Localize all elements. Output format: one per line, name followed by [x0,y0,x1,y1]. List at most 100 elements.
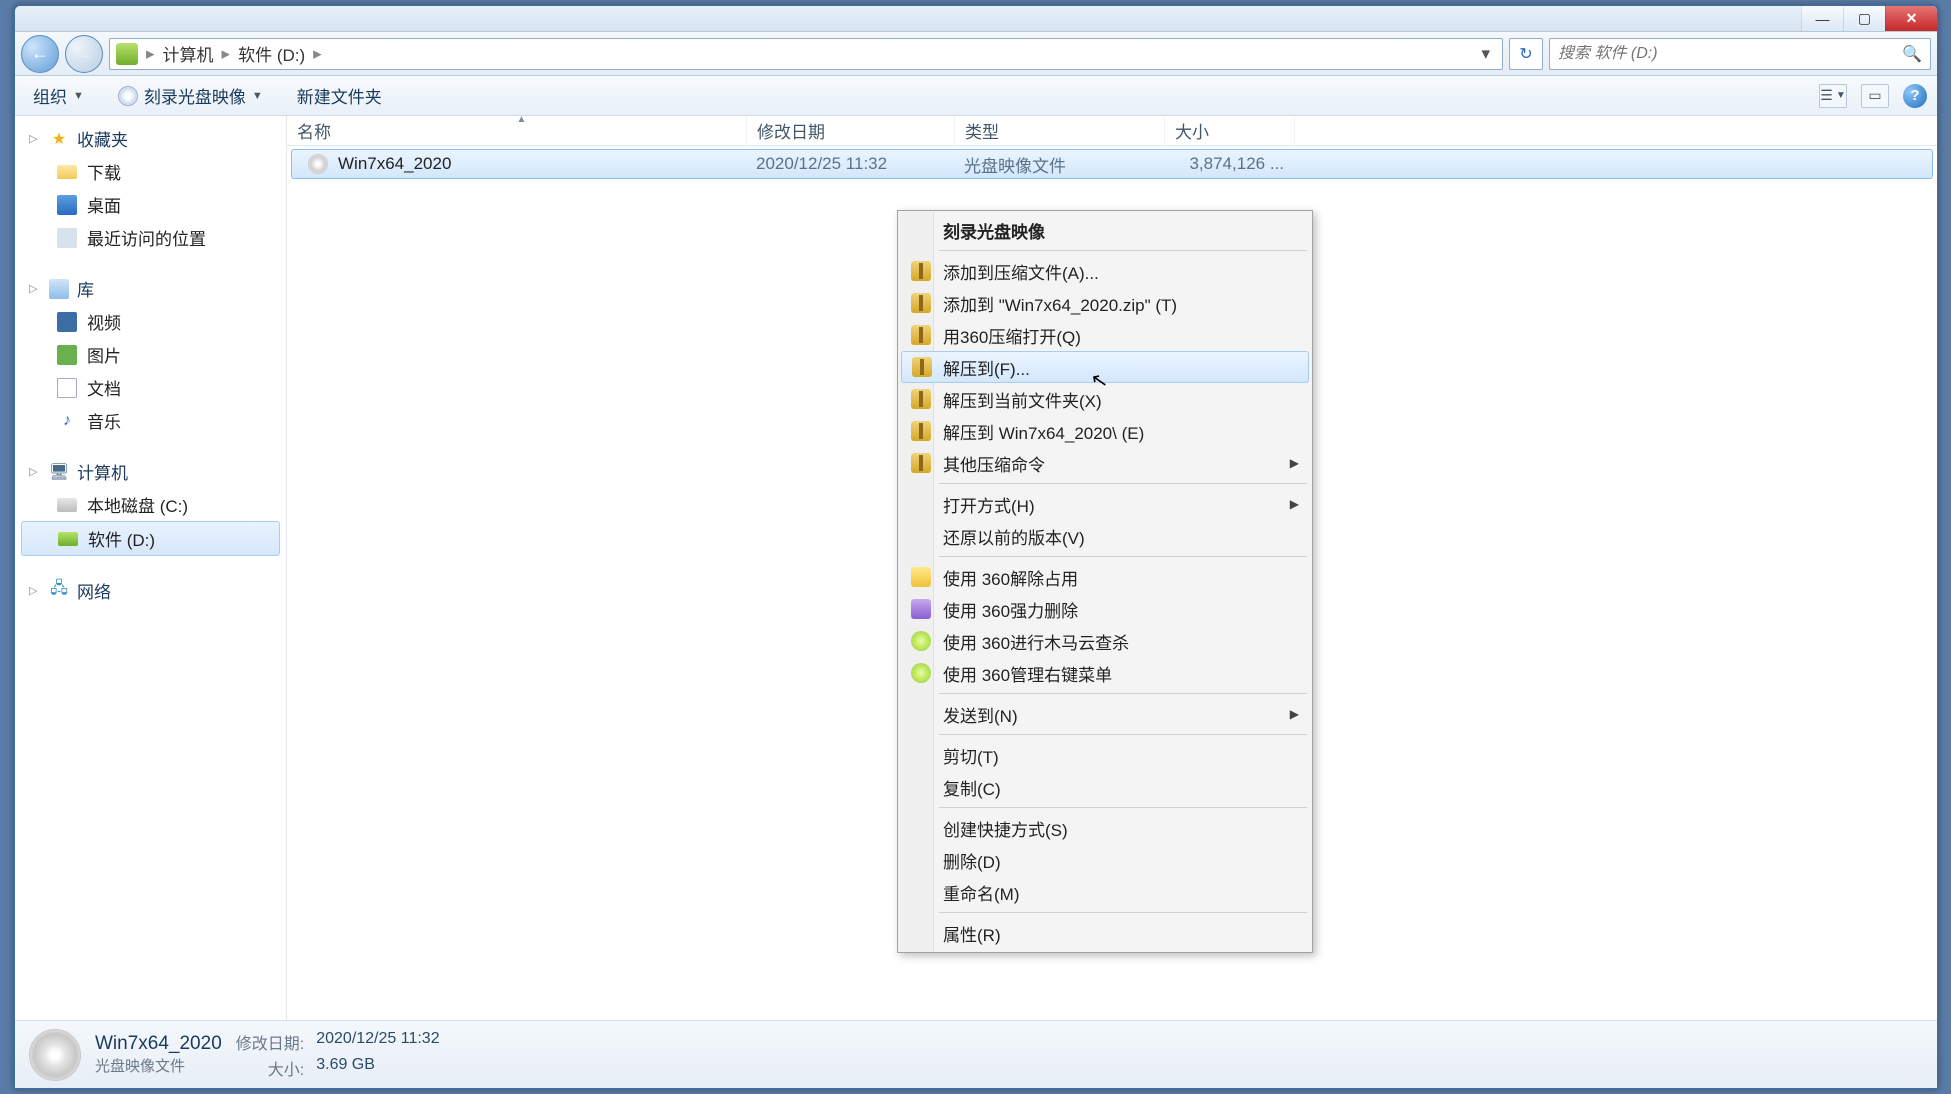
menu-label: 其他压缩命令 [943,451,1045,476]
status-size-value: 3.69 GB [316,1056,439,1080]
sidebar-item-recent[interactable]: 最近访问的位置 [15,221,286,254]
status-file-name: Win7x64_2020 [95,1033,222,1055]
menu-rename[interactable]: 重命名(M) [901,876,1309,908]
explorer-window: — ▢ ✕ ← → ▸ 计算机 ▸ 软件 (D:) ▸ ▾ ↻ 🔍 组织 ▼ 刻… [14,5,1938,1089]
sidebar-item-label: 最近访问的位置 [87,225,206,250]
file-row[interactable]: Win7x64_2020 2020/12/25 11:32 光盘映像文件 3,8… [291,149,1933,179]
new-folder-label: 新建文件夹 [297,83,382,108]
menu-separator [939,912,1307,913]
menu-label: 复制(C) [943,775,1001,800]
menu-cut[interactable]: 剪切(T) [901,739,1309,771]
crumb-current[interactable]: 软件 (D:) [238,41,305,66]
sidebar-favorites-header[interactable]: ▷★收藏夹 [15,122,286,155]
menu-label: 使用 360强力删除 [943,597,1078,622]
sidebar-item-downloads[interactable]: 下载 [15,155,286,188]
column-date[interactable]: 修改日期 [747,116,955,145]
menu-separator [939,250,1307,251]
close-button[interactable]: ✕ [1885,6,1937,31]
forward-button[interactable]: → [65,35,103,73]
organize-button[interactable]: 组织 ▼ [25,79,92,112]
crumb-root[interactable]: 计算机 [163,41,214,66]
address-bar[interactable]: ▸ 计算机 ▸ 软件 (D:) ▸ ▾ [109,38,1503,70]
sidebar: ▷★收藏夹 下载 桌面 最近访问的位置 ▷库 视频 图片 文档 ♪音乐 ▷🖥计算… [15,116,287,1020]
archive-icon [911,421,931,441]
menu-send-to[interactable]: 发送到(N)▶ [901,698,1309,730]
menu-label: 打开方式(H) [943,492,1035,517]
sidebar-item-videos[interactable]: 视频 [15,305,286,338]
menu-burn-image[interactable]: 刻录光盘映像 [901,214,1309,246]
menu-360-unlock[interactable]: 使用 360解除占用 [901,561,1309,593]
sidebar-computer-header[interactable]: ▷🖥计算机 [15,455,286,488]
file-list[interactable]: Win7x64_2020 2020/12/25 11:32 光盘映像文件 3,8… [287,146,1937,1020]
video-icon [57,312,77,332]
archive-icon [911,389,931,409]
file-list-area: 名称▲ 修改日期 类型 大小 Win7x64_2020 2020/12/25 1… [287,116,1937,1020]
menu-label: 重命名(M) [943,880,1019,905]
menu-properties[interactable]: 属性(R) [901,917,1309,949]
iso-file-icon [29,1029,81,1081]
menu-separator [939,734,1307,735]
view-mode-button[interactable]: ☰ ▼ [1819,84,1847,108]
menu-360-force-delete[interactable]: 使用 360强力删除 [901,593,1309,625]
recent-icon [57,228,77,248]
picture-icon [57,345,77,365]
menu-extract-here[interactable]: 解压到当前文件夹(X) [901,383,1309,415]
column-size[interactable]: 大小 [1165,116,1295,145]
new-folder-button[interactable]: 新建文件夹 [289,79,390,112]
search-input[interactable] [1558,45,1902,63]
360-icon [911,567,931,587]
menu-label: 添加到压缩文件(A)... [943,259,1099,284]
status-date-value: 2020/12/25 11:32 [316,1030,439,1054]
menu-label: 用360压缩打开(Q) [943,323,1081,348]
sidebar-item-drive-c[interactable]: 本地磁盘 (C:) [15,488,286,521]
menu-add-to-archive[interactable]: 添加到压缩文件(A)... [901,255,1309,287]
menu-create-shortcut[interactable]: 创建快捷方式(S) [901,812,1309,844]
sidebar-network-header[interactable]: ▷🖧网络 [15,574,286,607]
drive-icon [57,498,77,512]
sidebar-item-desktop[interactable]: 桌面 [15,188,286,221]
menu-restore-previous[interactable]: 还原以前的版本(V) [901,520,1309,552]
menu-label: 添加到 "Win7x64_2020.zip" (T) [943,291,1177,316]
column-type[interactable]: 类型 [955,116,1165,145]
menu-open-with-360zip[interactable]: 用360压缩打开(Q) [901,319,1309,351]
column-label: 名称 [297,118,331,143]
chevron-down-icon: ▼ [252,90,263,102]
list-icon: ☰ [1820,87,1833,104]
search-box[interactable]: 🔍 [1549,38,1931,70]
menu-label: 使用 360管理右键菜单 [943,661,1112,686]
refresh-button[interactable]: ↻ [1509,38,1543,70]
crumb-sep-icon: ▸ [313,44,322,64]
content-area: ▷★收藏夹 下载 桌面 最近访问的位置 ▷库 视频 图片 文档 ♪音乐 ▷🖥计算… [15,116,1937,1020]
menu-copy[interactable]: 复制(C) [901,771,1309,803]
menu-extract-named[interactable]: 解压到 Win7x64_2020\ (E) [901,415,1309,447]
menu-label: 使用 360解除占用 [943,565,1078,590]
menu-extract-to[interactable]: 解压到(F)... [901,351,1309,383]
burn-image-button[interactable]: 刻录光盘映像 ▼ [110,79,271,112]
sidebar-item-label: 图片 [87,342,121,367]
sidebar-item-music[interactable]: ♪音乐 [15,404,286,437]
preview-pane-button[interactable]: ▭ [1861,84,1889,108]
column-name[interactable]: 名称▲ [287,116,747,145]
submenu-arrow-icon: ▶ [1290,456,1299,470]
sidebar-head-label: 库 [77,276,94,301]
help-button[interactable]: ? [1903,84,1927,108]
file-type: 光盘映像文件 [954,152,1164,177]
sidebar-item-pictures[interactable]: 图片 [15,338,286,371]
menu-add-to-zip[interactable]: 添加到 "Win7x64_2020.zip" (T) [901,287,1309,319]
sidebar-libraries-header[interactable]: ▷库 [15,272,286,305]
menu-360-manage-context[interactable]: 使用 360管理右键菜单 [901,657,1309,689]
sidebar-item-documents[interactable]: 文档 [15,371,286,404]
menu-label: 剪切(T) [943,743,999,768]
minimize-button[interactable]: — [1801,6,1843,31]
menu-other-zip-commands[interactable]: 其他压缩命令 ▶ [901,447,1309,479]
menu-delete[interactable]: 删除(D) [901,844,1309,876]
star-icon: ★ [49,129,69,149]
back-button[interactable]: ← [21,35,59,73]
360-icon [911,663,931,683]
file-date: 2020/12/25 11:32 [746,154,954,174]
menu-open-with[interactable]: 打开方式(H)▶ [901,488,1309,520]
menu-360-scan-trojan[interactable]: 使用 360进行木马云查杀 [901,625,1309,657]
sidebar-item-drive-d[interactable]: 软件 (D:) [21,521,280,556]
address-dropdown[interactable]: ▾ [1475,44,1496,64]
maximize-button[interactable]: ▢ [1843,6,1885,31]
